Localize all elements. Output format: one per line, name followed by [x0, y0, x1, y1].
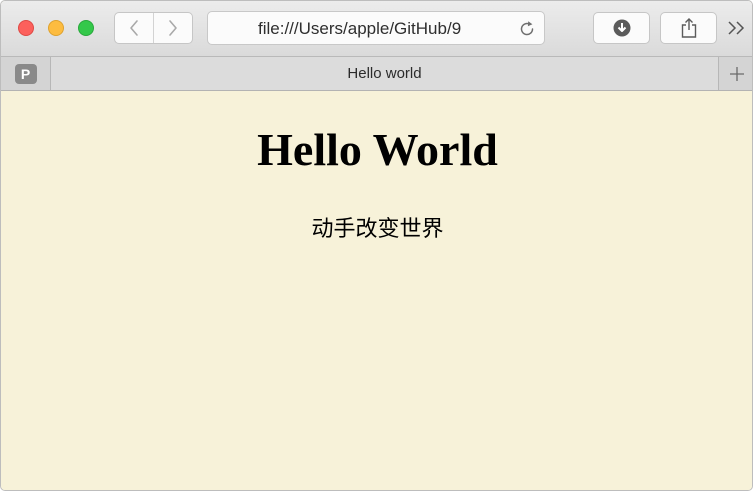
- address-url[interactable]: file:///Users/apple/GitHub/9: [258, 19, 496, 39]
- back-button[interactable]: [115, 13, 153, 43]
- downloads-button[interactable]: [593, 12, 650, 44]
- reload-icon[interactable]: [517, 19, 537, 39]
- tab-bar: P Hello world: [1, 57, 752, 91]
- chevron-right-icon: [169, 20, 177, 36]
- address-fade: [484, 16, 500, 40]
- share-icon: [681, 18, 696, 38]
- address-bar[interactable]: file:///Users/apple/GitHub/9: [207, 11, 545, 45]
- tab-hello-world[interactable]: Hello world: [51, 57, 718, 90]
- navigation-buttons: [114, 12, 193, 44]
- chevron-left-icon: [130, 20, 138, 36]
- close-window-button[interactable]: [18, 20, 34, 36]
- browser-window: file:///Users/apple/GitHub/9 P Hello wor…: [0, 0, 753, 491]
- pinned-tab[interactable]: P: [1, 57, 51, 90]
- share-button[interactable]: [660, 12, 717, 44]
- page-subtitle: 动手改变世界: [311, 216, 444, 241]
- new-tab-button[interactable]: [718, 57, 752, 90]
- pinned-tab-favicon: P: [14, 63, 37, 84]
- maximize-window-button[interactable]: [78, 20, 94, 36]
- plus-icon: [729, 66, 744, 81]
- forward-button[interactable]: [153, 13, 192, 43]
- toolbar-overflow-icon[interactable]: [726, 18, 748, 38]
- minimize-window-button[interactable]: [48, 20, 64, 36]
- browser-toolbar: file:///Users/apple/GitHub/9: [1, 1, 752, 57]
- page-heading: Hello World: [257, 124, 498, 175]
- web-page-content: Hello World 动手改变世界: [1, 91, 752, 490]
- download-icon: [613, 19, 630, 37]
